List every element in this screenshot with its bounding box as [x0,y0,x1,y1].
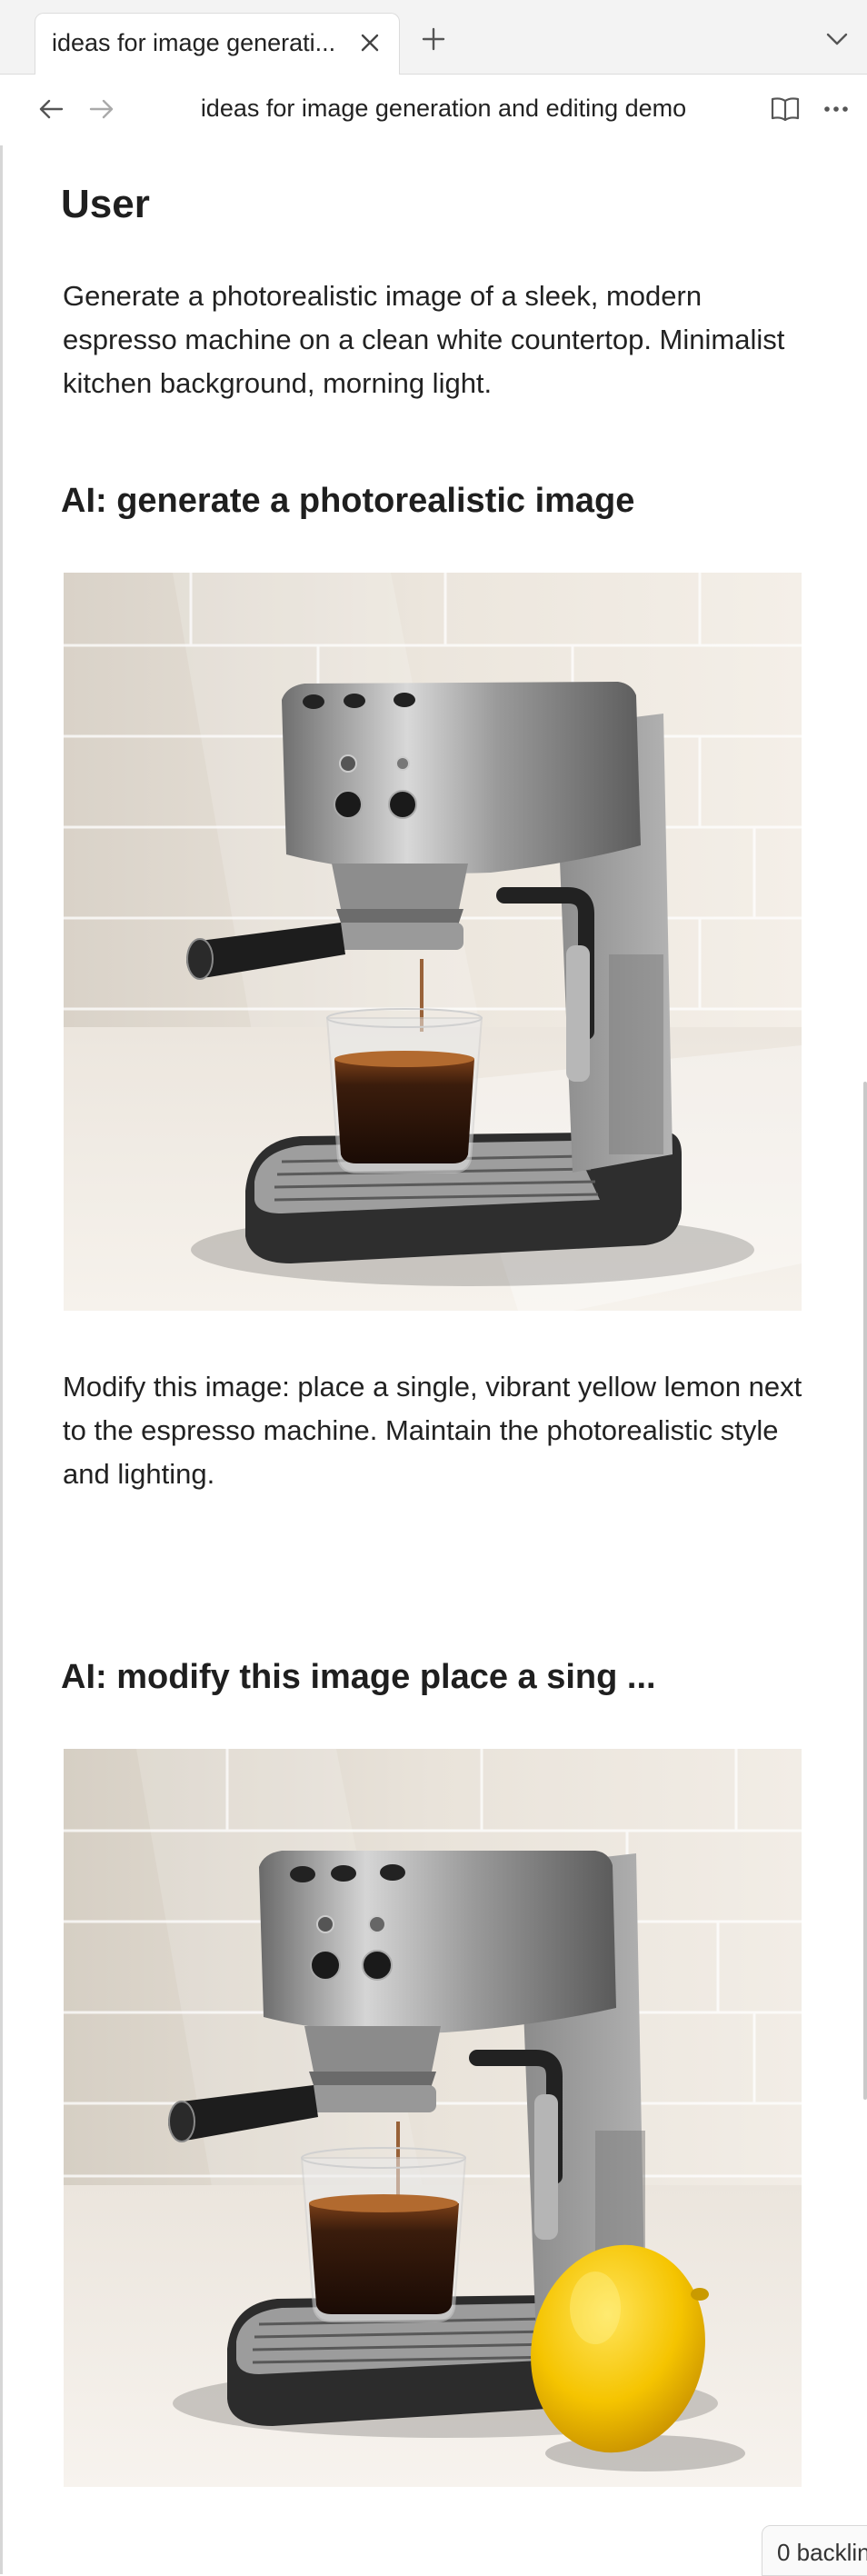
chevron-down-icon [826,33,848,45]
arrow-left-icon [39,99,64,119]
plus-icon [422,27,445,51]
new-tab-button[interactable] [414,20,453,58]
backlinks-button[interactable]: 0 backlinks [762,2525,867,2576]
book-open-icon [771,97,800,122]
more-options-button[interactable] [816,89,856,129]
forward-button[interactable] [82,89,122,129]
ai-heading-generate: AI: generate a photorealistic image [61,482,635,520]
note-title: ideas for image generation and editing d… [200,95,687,122]
tab-list-button[interactable] [818,20,856,58]
tab-bar: ideas for image generati... [0,0,867,75]
reading-view-button[interactable] [765,89,805,129]
generated-espresso-image [64,573,802,1311]
tab-close-button[interactable] [354,26,386,59]
back-button[interactable] [31,89,71,129]
navigation-bar: ideas for image generation and editing d… [0,75,867,145]
tab-active[interactable]: ideas for image generati... [35,13,400,75]
scrollbar[interactable] [863,1082,867,2100]
modify-prompt-text: Modify this image: place a single, vibra… [63,1371,802,1490]
modified-espresso-lemon-image [64,1749,802,2487]
tab-title: ideas for image generati... [52,29,336,56]
arrow-right-icon [89,99,114,119]
note-content: User Generate a photorealistic image of … [0,145,867,2574]
more-options-icon [824,106,848,112]
close-icon [361,34,379,52]
user-prompt-text: Generate a photorealistic image of a sle… [63,280,785,399]
ai-heading-modify: AI: modify this image place a sing ... [61,1658,656,1696]
user-heading: User [61,182,150,226]
